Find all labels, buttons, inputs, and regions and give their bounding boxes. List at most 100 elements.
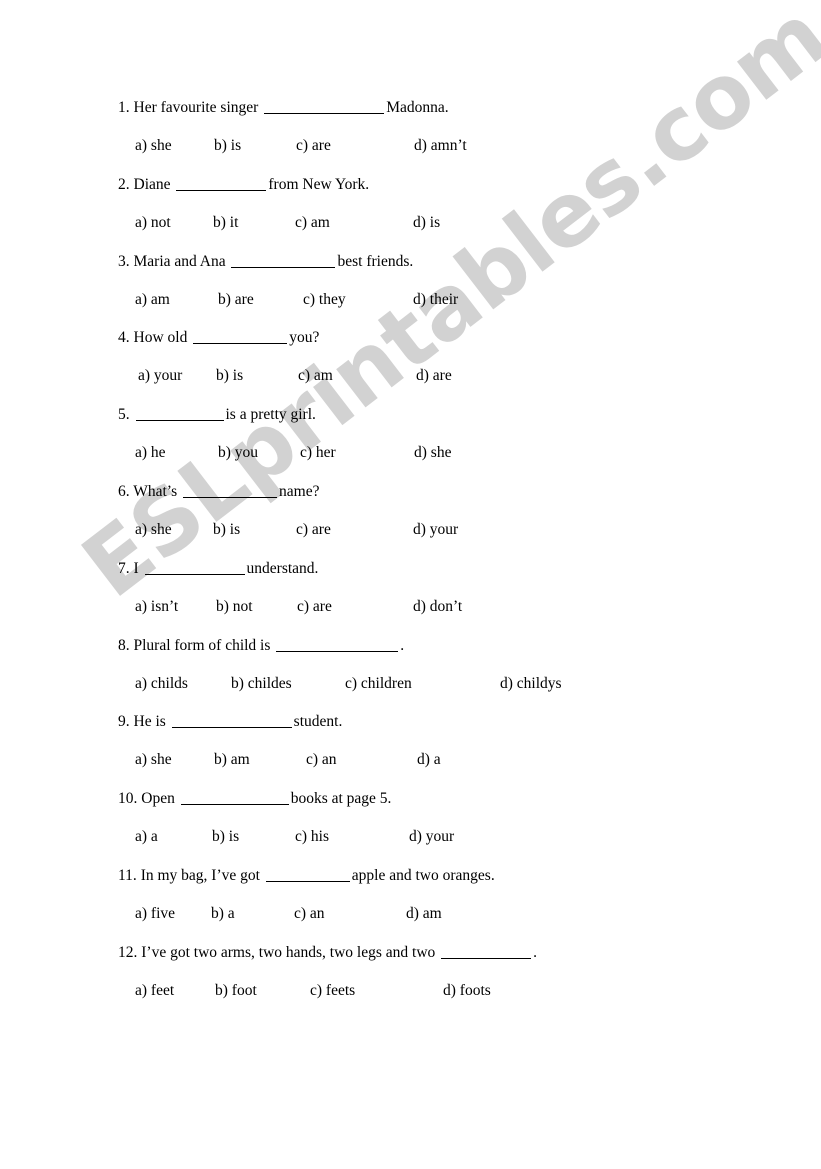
answer-option[interactable]: b) is [216,366,243,386]
answer-option[interactable]: b) it [213,213,238,233]
worksheet-page: ESLprintables.com 1. Her favourite singe… [0,0,821,1169]
option-row: a) am b) are c) they d) their [118,290,798,310]
question-text-before-blank: Diane [133,175,171,193]
answer-option[interactable]: d) your [409,827,454,847]
answer-option[interactable]: a) she [135,750,172,770]
answer-option[interactable]: c) children [345,674,412,694]
answer-blank[interactable] [193,329,288,345]
answer-option[interactable]: a) feet [135,981,174,1001]
answer-option[interactable]: b) is [212,827,239,847]
option-row: a) she b) am c) an d) a [118,750,798,770]
answer-option[interactable]: d) childys [500,674,562,694]
answer-option[interactable]: a) she [135,136,172,156]
answer-option[interactable]: c) an [306,750,337,770]
question-line: 2. Diane from New York. [118,175,798,195]
answer-blank[interactable] [144,560,245,575]
answer-option[interactable]: c) they [303,290,346,310]
answer-option[interactable]: d) am [406,904,442,924]
question-number: 7. [118,559,130,577]
question-number: 10. [118,790,138,808]
question-text-before-blank: Her favourite singer [133,99,259,116]
option-row: a) your b) is c) am d) are [118,366,798,386]
answer-option[interactable]: d) are [416,366,452,386]
answer-option[interactable]: a) isn’t [135,597,178,617]
answer-option[interactable]: c) am [295,213,330,233]
question-number: 4. [118,329,130,347]
answer-option[interactable]: a) not [135,213,171,233]
answer-blank[interactable] [135,406,224,422]
answer-option[interactable]: d) amn’t [414,136,467,156]
answer-option[interactable]: a) your [138,366,182,386]
answer-option[interactable]: c) am [298,366,333,386]
answer-option[interactable]: b) am [214,750,250,770]
answer-option[interactable]: a) he [135,443,166,463]
question-line: 4. How old you? [118,328,798,348]
answer-option[interactable]: d) your [413,520,458,540]
answer-option[interactable]: c) are [296,520,331,540]
question-number: 6. [118,483,130,500]
question-block: 8. Plural form of child is . a) childs b) … [118,636,798,694]
answer-option[interactable]: c) an [294,904,325,924]
answer-blank[interactable] [183,483,278,498]
answer-option[interactable]: d) a [417,750,441,770]
option-row: a) isn’t b) not c) are d) don’t [118,597,798,617]
question-line: 7. I understand. [118,559,798,579]
answer-option[interactable]: d) don’t [413,597,462,617]
answer-blank[interactable] [176,176,267,191]
answer-option[interactable]: b) is [214,136,241,156]
question-line: 9. He is student. [118,712,798,732]
question-block: 7. I understand. a) isn’t b) not c) are d) d… [118,559,798,617]
answer-option[interactable]: d) is [413,213,440,233]
answer-blank[interactable] [264,99,385,114]
question-block: 3. Maria and Ana best friends. a) am b) ar… [118,252,798,310]
question-text-after-blank: . [533,943,538,961]
answer-blank[interactable] [171,713,292,729]
answer-option[interactable]: b) are [218,290,254,310]
question-text-after-blank: Madonna. [386,99,449,116]
answer-option[interactable]: c) her [300,443,336,463]
answer-option[interactable]: c) his [295,827,329,847]
answer-blank[interactable] [441,944,532,959]
question-line: 1. Her favourite singer Madonna. [118,98,798,118]
answer-option[interactable]: d) she [414,443,451,463]
answer-option[interactable]: b) childes [231,674,292,694]
question-line: 11. In my bag, I’ve got apple and two or… [118,866,798,886]
answer-blank[interactable] [180,790,289,806]
question-number: 3. [118,252,130,270]
answer-option[interactable]: d) foots [443,981,491,1001]
answer-blank[interactable] [265,867,350,882]
answer-option[interactable]: d) their [413,290,458,310]
answer-option[interactable]: b) a [211,904,235,924]
question-text-before-blank: Maria and Ana [133,252,226,270]
answer-option[interactable]: a) am [135,290,170,310]
answer-blank[interactable] [231,253,336,268]
option-row: a) childs b) childes c) children d) childys [118,674,798,694]
answer-option[interactable]: a) a [135,827,158,847]
answer-blank[interactable] [276,637,399,652]
question-text-after-blank: understand. [246,559,319,577]
answer-option[interactable]: b) you [218,443,258,463]
question-text-before-blank: Plural form of child is [133,636,271,654]
option-row: a) feet b) foot c) feets d) foots [118,981,798,1001]
option-row: a) she b) is c) are d) amn’t [118,136,798,156]
answer-option[interactable]: b) is [213,520,240,540]
worksheet-content: 1. Her favourite singer Madonna. a) she b)… [0,0,821,1169]
answer-option[interactable]: a) five [135,904,175,924]
question-number: 8. [118,636,130,654]
answer-option[interactable]: c) feets [310,981,355,1001]
question-block: 10. Open books at page 5. a) a b) is c) his… [118,789,798,847]
question-text-before-blank: Open [141,790,175,808]
question-line: 5. is a pretty girl. [118,405,798,425]
answer-option[interactable]: a) childs [135,674,188,694]
question-text-before-blank: I’ve got two arms, two hands, two legs a… [141,943,436,961]
question-text-before-blank: He is [133,713,166,731]
answer-option[interactable]: b) foot [215,981,257,1001]
answer-option[interactable]: c) are [297,597,332,617]
question-block: 12. I’ve got two arms, two hands, two le… [118,943,798,1001]
question-block: 2. Diane from New York. a) not b) it c) am d… [118,175,798,233]
answer-option[interactable]: c) are [296,136,331,156]
question-text-after-blank: name? [279,483,320,500]
answer-option[interactable]: a) she [135,520,172,540]
answer-option[interactable]: b) not [216,597,253,617]
question-text-before-blank: How old [133,329,188,347]
